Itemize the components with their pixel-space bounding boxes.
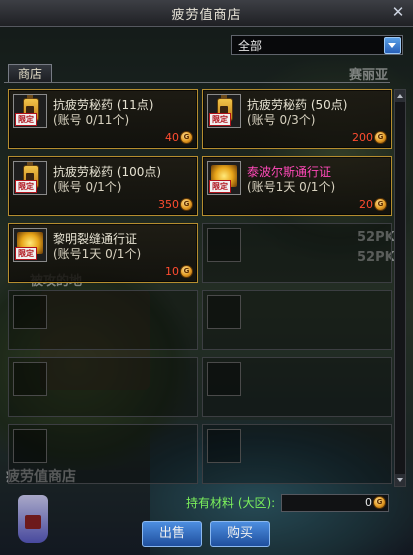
empty-slot [202, 424, 392, 484]
item-limit: (账号 0/3个) [247, 113, 316, 127]
item-limit: (账号 0/11个) [53, 113, 130, 127]
potion-icon: 限定 [13, 161, 47, 195]
shop-item[interactable]: 限定 黎明裂缝通行证 (账号1天 0/1个) 10 G [8, 223, 198, 283]
shop-item[interactable]: 限定 泰波尔斯通行证 (账号1天 0/1个) 20 G [202, 156, 392, 216]
limited-badge: 限定 [209, 113, 231, 126]
item-limit: (账号 0/1个) [53, 180, 122, 194]
item-limit: (账号1天 0/1个) [53, 247, 142, 261]
coin-icon: G [180, 131, 193, 144]
empty-slot [8, 424, 198, 484]
coin-icon: G [374, 198, 387, 211]
category-dropdown-value: 全部 [238, 39, 263, 53]
item-price: 200 [352, 131, 373, 144]
window-title: 疲劳值商店 [171, 8, 242, 23]
buy-button[interactable]: 购买 [210, 521, 270, 547]
item-price: 10 [165, 265, 179, 278]
limited-badge: 限定 [209, 180, 231, 193]
potion-icon: 限定 [207, 94, 241, 128]
shop-item[interactable]: 限定 抗疲劳秘药 (50点) (账号 0/3个) 200 G [202, 89, 392, 149]
holdings-label: 持有材料 (大区): [186, 496, 276, 510]
coin-icon: G [180, 265, 193, 278]
holdings-box: 0 G [281, 494, 389, 512]
close-icon[interactable]: ✕ [389, 3, 407, 21]
item-price: 350 [158, 198, 179, 211]
pass-icon: 限定 [13, 228, 47, 262]
coin-icon: G [373, 496, 386, 509]
coin-icon: G [180, 198, 193, 211]
limited-badge: 限定 [15, 247, 37, 260]
coin-icon: G [374, 131, 387, 144]
empty-slot [202, 290, 392, 350]
shop-item[interactable]: 限定 抗疲劳秘药 (11点) (账号 0/11个) 40 G [8, 89, 198, 149]
limited-badge: 限定 [15, 180, 37, 193]
empty-slot [8, 357, 198, 417]
chevron-down-icon[interactable] [384, 37, 401, 54]
holdings-value: 0 [365, 496, 372, 509]
scrollbar[interactable] [394, 89, 406, 487]
empty-slot [202, 223, 392, 283]
shop-item[interactable]: 限定 抗疲劳秘药 (100点) (账号 0/1个) 350 G [8, 156, 198, 216]
scroll-up-icon[interactable] [395, 90, 405, 102]
window-titlebar: 疲劳值商店 ✕ [0, 0, 413, 27]
limited-badge: 限定 [15, 113, 37, 126]
background-npc-label: 赛丽亚 [349, 68, 389, 83]
potion-bottle-icon [18, 495, 48, 543]
tab-shop[interactable]: 商店 [8, 64, 52, 83]
item-limit: (账号1天 0/1个) [247, 180, 336, 194]
item-price: 20 [359, 198, 373, 211]
pass-icon: 限定 [207, 161, 241, 195]
category-dropdown[interactable]: 全部 [231, 35, 403, 55]
item-price: 40 [165, 131, 179, 144]
potion-icon: 限定 [13, 94, 47, 128]
empty-slot [8, 290, 198, 350]
sell-button[interactable]: 出售 [142, 521, 202, 547]
scroll-down-icon[interactable] [395, 474, 405, 486]
tab-divider [4, 82, 390, 83]
empty-slot [202, 357, 392, 417]
